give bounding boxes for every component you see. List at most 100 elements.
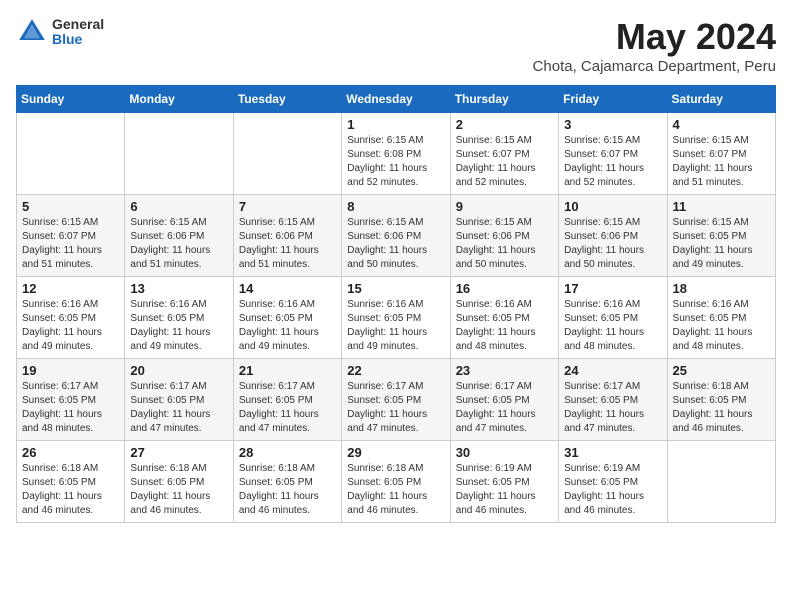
calendar-cell bbox=[17, 113, 125, 195]
calendar-cell: 30Sunrise: 6:19 AM Sunset: 6:05 PM Dayli… bbox=[450, 441, 558, 523]
calendar-cell: 23 Sunrise: 6:17 AM Sunset: 6:05 PM Dayli… bbox=[450, 359, 558, 441]
day-number: 5 bbox=[22, 199, 119, 214]
day-number: 14 bbox=[239, 281, 336, 296]
day-info: Sunrise: 6:17 AM Sunset: 6:05 PM Dayligh… bbox=[456, 380, 553, 436]
day-info: Sunrise: 6:17 AM Sunset: 6:05 PM Dayligh… bbox=[130, 380, 227, 436]
title-block: May 2024 Chota, Cajamarca Department, Pe… bbox=[533, 16, 776, 75]
day-number: 9 bbox=[456, 199, 553, 214]
calendar-cell: 11 Sunrise: 6:15 AM Sunset: 6:05 PM Dayli… bbox=[667, 195, 775, 277]
calendar-cell: 16Sunrise: 6:16 AM Sunset: 6:05 PM Dayli… bbox=[450, 277, 558, 359]
day-info: Sunrise: 6:18 AM Sunset: 6:05 PM Dayligh… bbox=[673, 380, 770, 436]
day-number: 24 bbox=[564, 363, 661, 378]
logo-blue: Blue bbox=[52, 32, 104, 47]
calendar-cell: 29 Sunrise: 6:18 AM Sunset: 6:05 PM Dayli… bbox=[342, 441, 450, 523]
day-number: 15 bbox=[347, 281, 444, 296]
day-number: 18 bbox=[673, 281, 770, 296]
day-info: Sunrise: 6:15 AM Sunset: 6:06 PM Dayligh… bbox=[456, 216, 553, 272]
calendar-cell bbox=[125, 113, 233, 195]
calendar-cell: 10 Sunrise: 6:15 AM Sunset: 6:06 PM Dayli… bbox=[559, 195, 667, 277]
logo: General Blue bbox=[16, 16, 104, 48]
weekday-header: Saturday bbox=[667, 86, 775, 113]
day-number: 4 bbox=[673, 117, 770, 132]
day-info: Sunrise: 6:16 AM Sunset: 6:05 PM Dayligh… bbox=[22, 298, 119, 354]
day-number: 28 bbox=[239, 445, 336, 460]
day-number: 17 bbox=[564, 281, 661, 296]
day-info: Sunrise: 6:16 AM Sunset: 6:05 PM Dayligh… bbox=[239, 298, 336, 354]
day-number: 19 bbox=[22, 363, 119, 378]
calendar-cell: 17 Sunrise: 6:16 AM Sunset: 6:05 PM Dayli… bbox=[559, 277, 667, 359]
calendar-cell: 3Sunrise: 6:15 AM Sunset: 6:07 PM Daylig… bbox=[559, 113, 667, 195]
day-number: 26 bbox=[22, 445, 119, 460]
day-info: Sunrise: 6:17 AM Sunset: 6:05 PM Dayligh… bbox=[347, 380, 444, 436]
calendar-cell: 8Sunrise: 6:15 AM Sunset: 6:06 PM Daylig… bbox=[342, 195, 450, 277]
calendar-cell: 25 Sunrise: 6:18 AM Sunset: 6:05 PM Dayli… bbox=[667, 359, 775, 441]
logo-icon bbox=[16, 16, 48, 48]
calendar-cell: 5 Sunrise: 6:15 AM Sunset: 6:07 PM Daylig… bbox=[17, 195, 125, 277]
calendar-cell bbox=[667, 441, 775, 523]
calendar-cell: 1Sunrise: 6:15 AM Sunset: 6:08 PM Daylig… bbox=[342, 113, 450, 195]
day-number: 1 bbox=[347, 117, 444, 132]
day-number: 3 bbox=[564, 117, 661, 132]
weekday-header: Wednesday bbox=[342, 86, 450, 113]
day-number: 2 bbox=[456, 117, 553, 132]
day-number: 6 bbox=[130, 199, 227, 214]
day-info: Sunrise: 6:15 AM Sunset: 6:05 PM Dayligh… bbox=[673, 216, 770, 272]
calendar-week-row: 19 Sunrise: 6:17 AM Sunset: 6:05 PM Dayli… bbox=[17, 359, 776, 441]
day-info: Sunrise: 6:15 AM Sunset: 6:06 PM Dayligh… bbox=[564, 216, 661, 272]
calendar-cell: 28Sunrise: 6:18 AM Sunset: 6:05 PM Dayli… bbox=[233, 441, 341, 523]
day-info: Sunrise: 6:15 AM Sunset: 6:07 PM Dayligh… bbox=[456, 134, 553, 190]
calendar-cell: 9 Sunrise: 6:15 AM Sunset: 6:06 PM Daylig… bbox=[450, 195, 558, 277]
calendar-week-row: 5 Sunrise: 6:15 AM Sunset: 6:07 PM Daylig… bbox=[17, 195, 776, 277]
location: Chota, Cajamarca Department, Peru bbox=[533, 58, 776, 75]
day-number: 22 bbox=[347, 363, 444, 378]
day-info: Sunrise: 6:15 AM Sunset: 6:06 PM Dayligh… bbox=[347, 216, 444, 272]
day-number: 27 bbox=[130, 445, 227, 460]
day-info: Sunrise: 6:15 AM Sunset: 6:07 PM Dayligh… bbox=[22, 216, 119, 272]
calendar-cell: 12 Sunrise: 6:16 AM Sunset: 6:05 PM Dayli… bbox=[17, 277, 125, 359]
day-info: Sunrise: 6:18 AM Sunset: 6:05 PM Dayligh… bbox=[347, 462, 444, 518]
day-number: 31 bbox=[564, 445, 661, 460]
calendar-cell: 20 Sunrise: 6:17 AM Sunset: 6:05 PM Dayli… bbox=[125, 359, 233, 441]
day-number: 11 bbox=[673, 199, 770, 214]
calendar-cell: 7 Sunrise: 6:15 AM Sunset: 6:06 PM Daylig… bbox=[233, 195, 341, 277]
calendar-cell bbox=[233, 113, 341, 195]
day-number: 23 bbox=[456, 363, 553, 378]
day-info: Sunrise: 6:17 AM Sunset: 6:05 PM Dayligh… bbox=[239, 380, 336, 436]
month-year: May 2024 bbox=[533, 16, 776, 58]
weekday-header: Sunday bbox=[17, 86, 125, 113]
calendar-cell: 27 Sunrise: 6:18 AM Sunset: 6:05 PM Dayli… bbox=[125, 441, 233, 523]
day-info: Sunrise: 6:17 AM Sunset: 6:05 PM Dayligh… bbox=[22, 380, 119, 436]
day-info: Sunrise: 6:18 AM Sunset: 6:05 PM Dayligh… bbox=[130, 462, 227, 518]
weekday-header: Monday bbox=[125, 86, 233, 113]
calendar-cell: 14 Sunrise: 6:16 AM Sunset: 6:05 PM Dayli… bbox=[233, 277, 341, 359]
day-info: Sunrise: 6:19 AM Sunset: 6:05 PM Dayligh… bbox=[456, 462, 553, 518]
day-number: 7 bbox=[239, 199, 336, 214]
logo-general: General bbox=[52, 17, 104, 32]
calendar-cell: 24Sunrise: 6:17 AM Sunset: 6:05 PM Dayli… bbox=[559, 359, 667, 441]
calendar-cell: 21 Sunrise: 6:17 AM Sunset: 6:05 PM Dayli… bbox=[233, 359, 341, 441]
calendar-cell: 4 Sunrise: 6:15 AM Sunset: 6:07 PM Daylig… bbox=[667, 113, 775, 195]
logo-text: General Blue bbox=[52, 17, 104, 48]
day-info: Sunrise: 6:16 AM Sunset: 6:05 PM Dayligh… bbox=[456, 298, 553, 354]
day-info: Sunrise: 6:16 AM Sunset: 6:05 PM Dayligh… bbox=[673, 298, 770, 354]
day-info: Sunrise: 6:16 AM Sunset: 6:05 PM Dayligh… bbox=[564, 298, 661, 354]
calendar-cell: 2 Sunrise: 6:15 AM Sunset: 6:07 PM Daylig… bbox=[450, 113, 558, 195]
calendar-week-row: 1Sunrise: 6:15 AM Sunset: 6:08 PM Daylig… bbox=[17, 113, 776, 195]
calendar-cell: 15 Sunrise: 6:16 AM Sunset: 6:05 PM Dayli… bbox=[342, 277, 450, 359]
calendar-week-row: 12 Sunrise: 6:16 AM Sunset: 6:05 PM Dayli… bbox=[17, 277, 776, 359]
day-number: 20 bbox=[130, 363, 227, 378]
day-info: Sunrise: 6:15 AM Sunset: 6:06 PM Dayligh… bbox=[130, 216, 227, 272]
day-info: Sunrise: 6:15 AM Sunset: 6:06 PM Dayligh… bbox=[239, 216, 336, 272]
calendar-cell: 19 Sunrise: 6:17 AM Sunset: 6:05 PM Dayli… bbox=[17, 359, 125, 441]
day-info: Sunrise: 6:15 AM Sunset: 6:07 PM Dayligh… bbox=[673, 134, 770, 190]
day-number: 10 bbox=[564, 199, 661, 214]
day-number: 12 bbox=[22, 281, 119, 296]
day-number: 29 bbox=[347, 445, 444, 460]
weekday-header: Tuesday bbox=[233, 86, 341, 113]
calendar-cell: 31Sunrise: 6:19 AM Sunset: 6:05 PM Dayli… bbox=[559, 441, 667, 523]
day-number: 25 bbox=[673, 363, 770, 378]
weekday-header: Thursday bbox=[450, 86, 558, 113]
day-info: Sunrise: 6:16 AM Sunset: 6:05 PM Dayligh… bbox=[347, 298, 444, 354]
day-number: 21 bbox=[239, 363, 336, 378]
calendar-cell: 13Sunrise: 6:16 AM Sunset: 6:05 PM Dayli… bbox=[125, 277, 233, 359]
